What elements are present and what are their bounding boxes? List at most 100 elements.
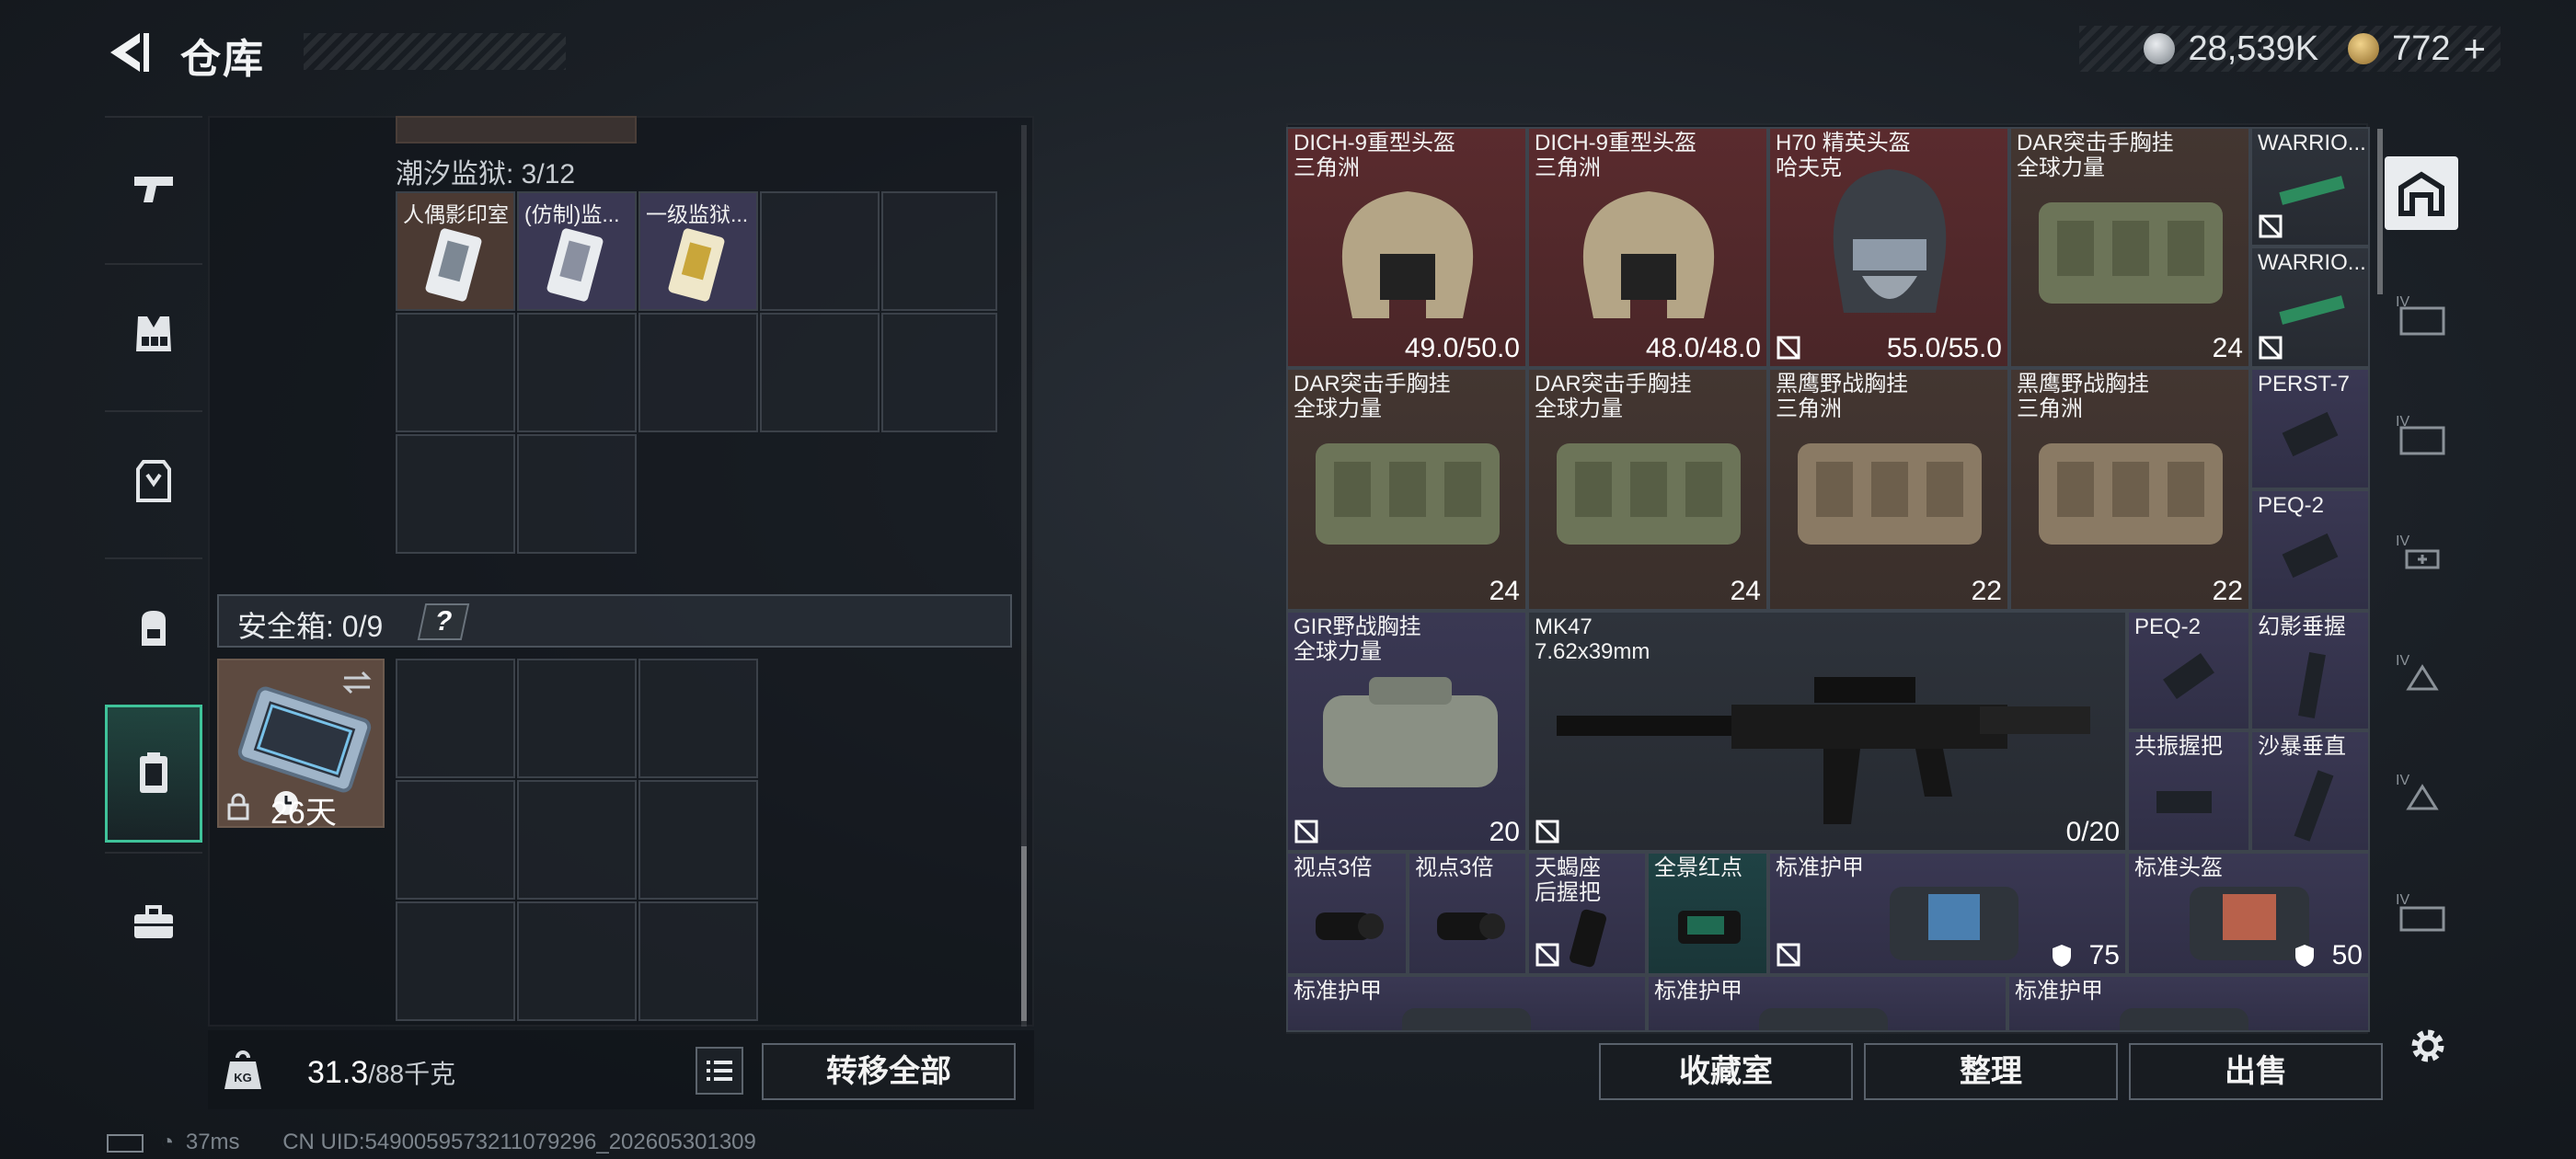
stash-item-sight[interactable]: 全景红点 [1647,852,1768,975]
empty-slot[interactable] [760,313,880,432]
transfer-all-button[interactable]: 转移全部 [762,1043,1016,1100]
stash-scrollbar[interactable] [2377,129,2383,294]
empty-slot[interactable] [517,434,637,554]
swap-icon[interactable] [340,670,374,695]
durability: 55.0/55.0 [1886,333,2002,363]
stash-item-helmet[interactable]: DICH-9重型头盔 三角洲 49.0/50.0 [1286,127,1527,368]
stash-page-4d[interactable]: IV [2385,637,2458,710]
collection-room-button[interactable]: 收藏室 [1599,1043,1853,1100]
stash-item-armor[interactable]: 标准护甲 [1286,975,1647,1032]
stash-item-attachment[interactable]: WARRIO... [2250,127,2370,247]
stash-page-4a[interactable]: IV [2385,278,2458,351]
stash-item-helmet[interactable]: H70 精英头盔 哈夫克 55.0/55.0 [1768,127,2009,368]
toolbox-icon [134,905,173,938]
stash-item-chest-rig[interactable]: 黑鹰野战胸挂 三角洲 22 [1768,368,2009,611]
no-insure-icon [2259,336,2283,360]
stash-item-scope[interactable]: 视点3倍 [1408,852,1527,975]
item-name: 黑鹰野战胸挂 三角洲 [2017,372,2149,421]
keycard-slot[interactable]: 一级监狱... [638,191,758,311]
stash-item-armor[interactable]: 标准护甲 [1647,975,2007,1032]
laser-icon [2163,653,2214,699]
stash-item-attachment[interactable]: WARRIO... [2250,247,2370,368]
tab-toolbox[interactable] [105,852,202,992]
item-name: WARRIO... [2258,131,2366,155]
empty-slot[interactable] [396,313,515,432]
empty-slot[interactable] [517,901,637,1021]
settings-gear-icon[interactable] [2405,1023,2451,1069]
add-gold-button[interactable]: + [2463,27,2486,71]
stash-page-4b[interactable]: IV [2385,397,2458,471]
stash-item-grip[interactable]: 天蝎座 后握把 [1527,852,1647,975]
tab-chest-rigs[interactable] [105,263,202,403]
list-view-button[interactable] [696,1047,743,1095]
empty-slot[interactable] [881,313,997,432]
stash-page-main[interactable] [2385,156,2458,230]
stash-item-attachment[interactable]: PEQ-2 [2250,489,2370,611]
organize-button[interactable]: 整理 [1864,1043,2118,1100]
stash-item-scope[interactable]: 视点3倍 [1286,852,1408,975]
tab-safebox[interactable] [105,705,202,843]
stash-page-4c[interactable]: IV [2385,517,2458,591]
empty-slot[interactable] [760,191,880,311]
empty-slot[interactable] [517,780,637,900]
stash-item-chest-rig[interactable]: 黑鹰野战胸挂 三角洲 22 [2009,368,2250,611]
safebox-icon [140,752,167,793]
stash-item-chest-rig[interactable]: DAR突击手胸挂 全球力量 24 [1527,368,1768,611]
capacity: 24 [2212,333,2243,363]
empty-slot[interactable] [396,434,515,554]
inventory-scroll-thumb[interactable] [1021,846,1027,1021]
stash-item-chest-rig[interactable]: DAR突击手胸挂 全球力量 24 [2009,127,2250,368]
empty-slot[interactable] [638,901,758,1021]
item-name: 视点3倍 [1415,855,1494,880]
silver-coin-icon [2144,33,2176,64]
empty-slot[interactable] [396,780,515,900]
stash-item-attachment[interactable]: 幻影垂握 [2250,611,2370,730]
sell-button[interactable]: 出售 [2129,1043,2383,1100]
safebox-help-button[interactable]: ? [417,603,470,640]
empty-slot[interactable] [638,659,758,778]
item-name: WARRIO... [2258,250,2366,275]
item-name: DAR突击手胸挂 全球力量 [1294,372,1451,421]
stash-item-helmet[interactable]: 标准头盔 50 [2127,852,2370,975]
tab-backpacks[interactable] [105,557,202,697]
item-name: 标准护甲 [2015,979,2103,1004]
svg-text:IV: IV [2396,892,2409,908]
empty-slot[interactable] [396,659,515,778]
stash-page-4e[interactable]: IV [2385,756,2458,830]
stash-item-armor[interactable]: 标准护甲 [2007,975,2370,1032]
tab-armor[interactable] [105,410,202,550]
stash-item-attachment[interactable]: PEQ-2 [2127,611,2250,730]
safe-case-icon [237,686,372,793]
safe-case-duration: 26天 [270,796,337,831]
empty-slot[interactable] [517,659,637,778]
stash-item-helmet[interactable]: DICH-9重型头盔 三角洲 48.0/48.0 [1527,127,1768,368]
keycard-slot[interactable]: (仿制)监... [517,191,637,311]
stash-item-attachment[interactable]: 共振握把 [2127,730,2250,852]
empty-slot[interactable] [517,313,637,432]
empty-slot[interactable] [638,780,758,900]
empty-slot[interactable] [396,901,515,1021]
item-name: 标准护甲 [1294,979,1382,1004]
pistol-icon [134,177,173,202]
armor-value: 50 [2331,940,2363,970]
empty-slot[interactable] [881,191,997,311]
stash-item-rifle[interactable]: MK47 7.62x39mm 0/20 [1527,611,2127,852]
container-capacity-label: 潮汐监狱: 3/12 [396,159,576,189]
page-title: 仓库 [180,37,265,82]
stash-item-chest-rig[interactable]: GIR野战胸挂 全球力量 20 [1286,611,1527,852]
chest-rig-icon [1323,677,1498,787]
stash-item-chest-rig[interactable]: DAR突击手胸挂 全球力量 24 [1286,368,1527,611]
grip-icon [2294,770,2334,842]
back-arrow-icon[interactable] [103,28,153,77]
armor-icon [1890,887,2018,960]
tab-weapons[interactable] [105,116,202,256]
keycard-slot[interactable]: 人偶影印室 [396,191,515,311]
stash-item-attachment[interactable]: PERST-7 [2250,368,2370,489]
stash-item-attachment[interactable]: 沙暴垂直 [2250,730,2370,852]
armor-icon [136,460,171,502]
stash-tab-icon: IV [2396,653,2439,691]
empty-slot[interactable] [638,313,758,432]
stash-item-armor[interactable]: 标准护甲 75 [1768,852,2127,975]
armor-icon [2120,1008,2248,1030]
stash-page-4f[interactable]: IV [2385,876,2458,949]
